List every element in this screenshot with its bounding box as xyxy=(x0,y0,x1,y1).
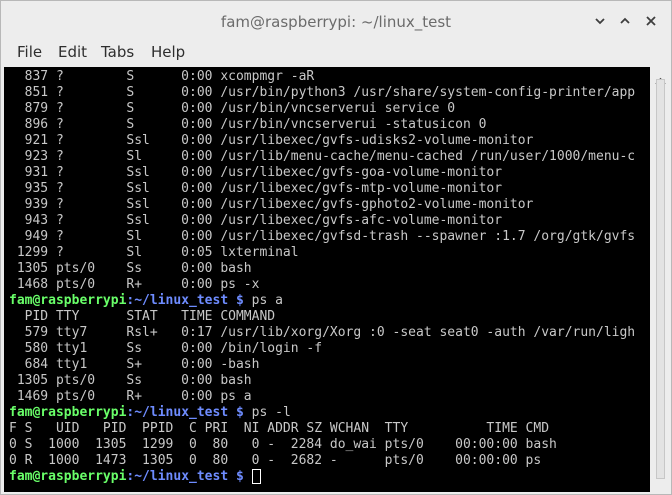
terminal-output-line: 896 ? S 0:00 /usr/bin/vncserverui -statu… xyxy=(9,117,487,132)
terminal-output-line: 1305 pts/0 Ss 0:00 bash xyxy=(9,373,252,388)
maximize-icon xyxy=(619,15,631,27)
terminal-output-line: 1469 pts/0 R+ 0:00 ps a xyxy=(9,389,252,404)
terminal-window: fam@raspberrypi: ~/linux_test File Edit … xyxy=(0,0,672,495)
title-bar[interactable]: fam@raspberrypi: ~/linux_test xyxy=(1,1,671,38)
terminal-output-line: F S UID PID PPID C PRI NI ADDR SZ WCHAN … xyxy=(9,421,550,436)
close-icon xyxy=(645,15,657,27)
terminal-lines: 837 ? S 0:00 xcompmgr -aR 851 ? S 0:00 /… xyxy=(9,69,635,485)
terminal-output-area[interactable]: 837 ? S 0:00 xcompmgr -aR 851 ? S 0:00 /… xyxy=(4,67,650,492)
terminal-output-line: 931 ? Ssl 0:00 /usr/libexec/gvfs-goa-vol… xyxy=(9,165,503,180)
prompt-symbol: $ xyxy=(228,469,252,484)
prompt-path: ~/linux_test xyxy=(134,405,229,420)
prompt-command: ps -l xyxy=(251,405,291,420)
menu-tabs[interactable]: Tabs xyxy=(101,43,134,61)
minimize-button[interactable] xyxy=(590,11,610,31)
menu-help[interactable]: Help xyxy=(151,43,185,61)
terminal-output-line: 579 tty7 Rsl+ 0:17 /usr/lib/xorg/Xorg :0… xyxy=(9,325,636,340)
terminal-prompt-line: fam@raspberrypi:~/linux_test $ ps a xyxy=(9,293,635,309)
maximize-button[interactable] xyxy=(615,11,635,31)
prompt-path: ~/linux_test xyxy=(134,293,229,308)
terminal-output-line: 0 R 1000 1473 1305 0 80 0 - 2682 - pts/0… xyxy=(9,453,542,468)
vertical-scrollbar[interactable] xyxy=(650,67,671,492)
prompt-symbol: $ xyxy=(228,405,252,420)
terminal-prompt-line: fam@raspberrypi:~/linux_test $ xyxy=(9,469,635,485)
prompt-user: fam@raspberrypi xyxy=(9,293,127,308)
minimize-icon xyxy=(594,15,606,27)
prompt-user: fam@raspberrypi xyxy=(9,405,127,420)
terminal-output-line: 851 ? S 0:00 /usr/bin/python3 /usr/share… xyxy=(9,85,636,100)
close-button[interactable] xyxy=(641,11,661,31)
terminal-output-line: 684 tty1 S+ 0:00 -bash xyxy=(9,357,260,372)
terminal-output-line: 1468 pts/0 R+ 0:00 ps -x xyxy=(9,277,260,292)
terminal-output-line: PID TTY STAT TIME COMMAND xyxy=(9,309,276,324)
prompt-symbol: $ xyxy=(228,293,252,308)
terminal-output-line: 837 ? S 0:00 xcompmgr -aR xyxy=(9,69,315,84)
terminal-output-line: 943 ? Ssl 0:00 /usr/libexec/gvfs-afc-vol… xyxy=(9,213,503,228)
prompt-command: ps a xyxy=(251,293,283,308)
terminal-prompt-line: fam@raspberrypi:~/linux_test $ ps -l xyxy=(9,405,635,421)
terminal-output-line: 1299 ? Sl 0:05 lxterminal xyxy=(9,245,299,260)
terminal-output-line: 949 ? Sl 0:00 /usr/libexec/gvfsd-trash -… xyxy=(9,229,636,244)
terminal-output-line: 580 tty1 Ss 0:00 /bin/login -f xyxy=(9,341,323,356)
scrollbar-thumb[interactable] xyxy=(656,79,665,479)
scroll-up-arrow-icon[interactable] xyxy=(655,70,666,85)
prompt-user: fam@raspberrypi xyxy=(9,469,127,484)
menu-edit[interactable]: Edit xyxy=(58,43,87,61)
terminal-output-line: 939 ? Ssl 0:00 /usr/libexec/gvfs-gphoto2… xyxy=(9,197,534,212)
menu-bar: File Edit Tabs Help xyxy=(1,38,671,67)
terminal-output-line: 0 S 1000 1305 1299 0 80 0 - 2284 do_wai … xyxy=(9,437,557,452)
text-cursor xyxy=(251,469,261,484)
terminal-output-line: 1305 pts/0 Ss 0:00 bash xyxy=(9,261,252,276)
terminal-output-line: 921 ? Ssl 0:00 /usr/libexec/gvfs-udisks2… xyxy=(9,133,534,148)
terminal-output-line: 935 ? Ssl 0:00 /usr/libexec/gvfs-mtp-vol… xyxy=(9,181,503,196)
prompt-path: ~/linux_test xyxy=(134,469,229,484)
menu-file[interactable]: File xyxy=(17,43,42,61)
terminal-output-line: 923 ? Sl 0:00 /usr/lib/menu-cache/menu-c… xyxy=(9,149,636,164)
terminal-output-line: 879 ? S 0:00 /usr/bin/vncserverui servic… xyxy=(9,101,456,116)
window-title: fam@raspberrypi: ~/linux_test xyxy=(220,13,452,31)
